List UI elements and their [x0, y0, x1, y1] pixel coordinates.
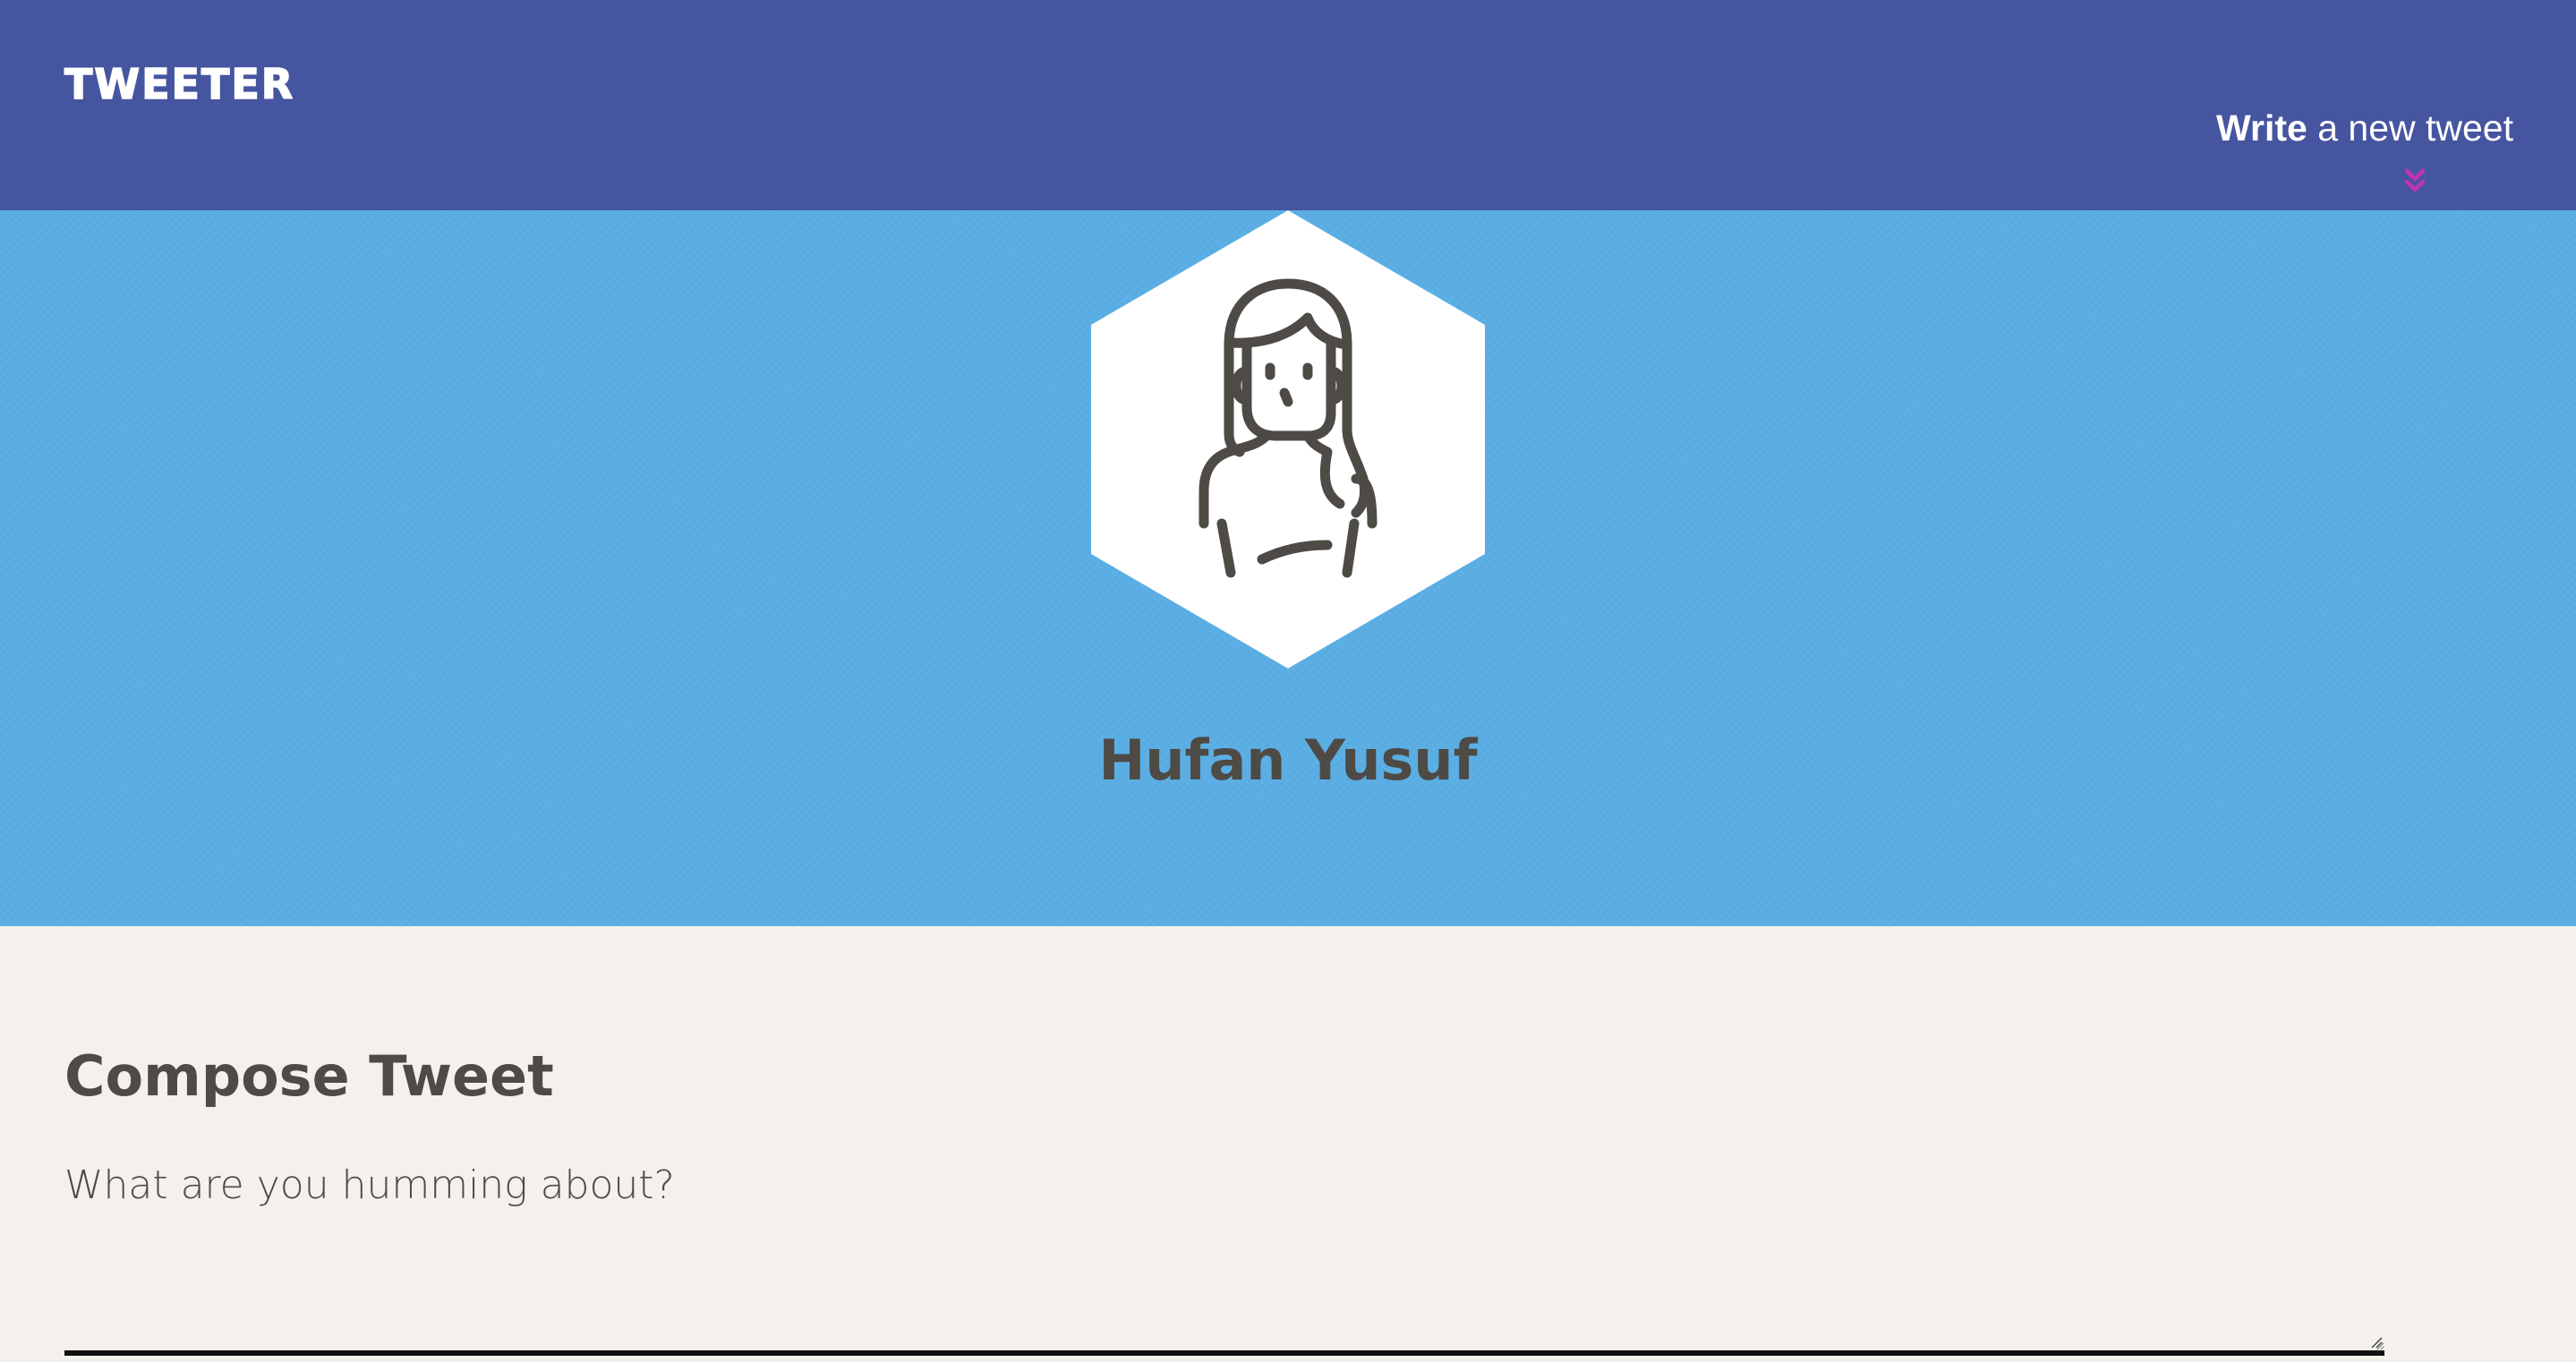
- double-chevron-down-icon[interactable]: [2399, 166, 2431, 198]
- tweet-text-input[interactable]: [64, 1159, 2384, 1356]
- write-new-tweet-link[interactable]: Write a new tweet: [2216, 101, 2513, 155]
- resize-grip-icon[interactable]: [2368, 1334, 2383, 1349]
- brand-logo[interactable]: TWEETER: [64, 57, 294, 111]
- compose-tweet-section: Compose Tweet: [64, 926, 2392, 1362]
- profile-banner: Hufan Yusuf: [0, 210, 2576, 926]
- profile-name: Hufan Yusuf: [1098, 728, 1478, 793]
- woman-avatar-icon: [1091, 210, 1485, 668]
- write-link-rest: a new tweet: [2307, 107, 2513, 149]
- compose-title: Compose Tweet: [64, 1043, 554, 1109]
- write-link-strong: Write: [2216, 107, 2307, 149]
- top-navbar: TWEETER Write a new tweet: [0, 0, 2576, 210]
